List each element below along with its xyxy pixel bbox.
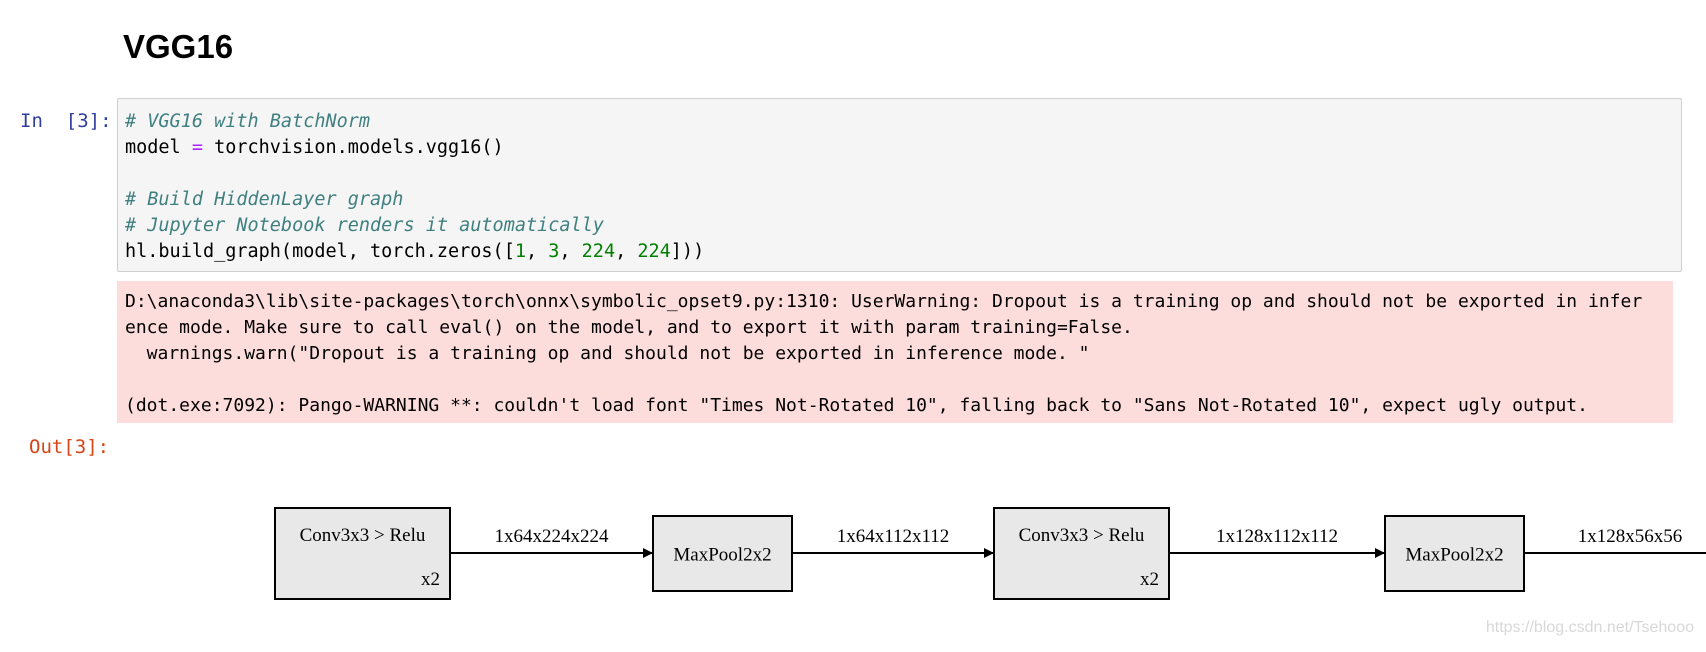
graph-edge-label: 1x128x112x112 (1216, 526, 1338, 547)
graph-edge: 1x64x112x112 (792, 526, 994, 558)
watermark: https://blog.csdn.net/Tsehooo (1485, 619, 1694, 636)
graph-edge-label: 1x64x224x224 (495, 526, 610, 547)
graph-edge: 1x128x112x112 (1169, 526, 1385, 558)
graph-node: Conv3x3 > Relu x2 (993, 507, 1170, 600)
graph-edge-label: 1x64x112x112 (837, 526, 950, 547)
graph-node-label: Conv3x3 > Relu (300, 525, 426, 546)
graph-node: Conv3x3 > Relu x2 (274, 507, 451, 600)
hiddenlayer-graph: Conv3x3 > Relu x2 MaxPool2x2 Conv3x3 > Relu… (274, 507, 1706, 600)
graph-edge: 1x128x56x56 (1524, 526, 1706, 554)
graph-node: MaxPool2x2 (1384, 515, 1525, 592)
graph-node-repeat: x2 (1140, 569, 1159, 590)
graph-node: MaxPool2x2 (652, 515, 793, 592)
graph-node-repeat: x2 (421, 569, 440, 590)
graph-content: Conv3x3 > Relu x2 MaxPool2x2 Conv3x3 > Relu… (274, 507, 1706, 600)
graph-node-label: Conv3x3 > Relu (1019, 525, 1145, 546)
graph-node-label: MaxPool2x2 (673, 545, 771, 566)
graph-edge: 1x64x224x224 (450, 526, 653, 558)
graph-node-label: MaxPool2x2 (1405, 545, 1503, 566)
graph-edge-label: 1x128x56x56 (1578, 526, 1683, 547)
